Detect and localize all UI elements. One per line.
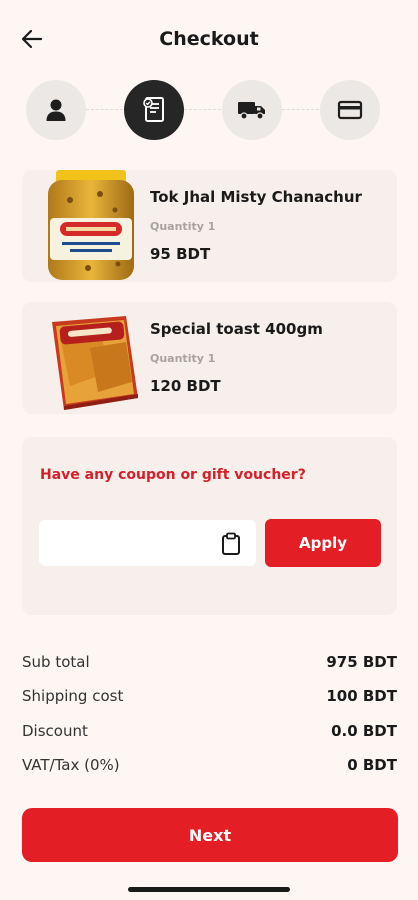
next-button[interactable]: Next bbox=[22, 808, 398, 862]
checkout-stepper bbox=[26, 80, 380, 140]
summary-label: Discount bbox=[22, 722, 88, 740]
page-title: Checkout bbox=[159, 28, 259, 50]
cart-item-card[interactable]: Special toast 400gm Quantity 1 120 BDT bbox=[22, 302, 397, 414]
user-icon bbox=[46, 99, 66, 121]
summary-vat-row: VAT/Tax (0%) 0 BDT bbox=[22, 756, 397, 778]
product-price: 120 BDT bbox=[150, 377, 221, 395]
summary-value: 975 BDT bbox=[326, 653, 397, 671]
step-connector bbox=[86, 109, 123, 110]
system-nav-bar bbox=[0, 870, 418, 900]
chanachur-jar-image bbox=[48, 170, 134, 280]
step-connector bbox=[184, 109, 221, 110]
summary-value: 0 BDT bbox=[347, 756, 397, 774]
summary-value: 100 BDT bbox=[326, 687, 397, 705]
home-indicator[interactable] bbox=[128, 887, 290, 892]
summary-subtotal-row: Sub total 975 BDT bbox=[22, 653, 397, 675]
clipboard-icon[interactable] bbox=[220, 532, 242, 556]
summary-label: Sub total bbox=[22, 653, 90, 671]
receipt-icon bbox=[143, 97, 164, 122]
apply-coupon-button[interactable]: Apply bbox=[265, 519, 381, 567]
product-quantity: Quantity 1 bbox=[150, 352, 216, 365]
product-name: Tok Jhal Misty Chanachur bbox=[150, 188, 362, 206]
product-price: 95 BDT bbox=[150, 245, 211, 263]
app-header: Checkout bbox=[0, 0, 418, 80]
coupon-heading: Have any coupon or gift voucher? bbox=[40, 467, 306, 483]
summary-shipping-row: Shipping cost 100 BDT bbox=[22, 687, 397, 709]
step-payment[interactable] bbox=[320, 80, 380, 140]
cart-item-card[interactable]: Tok Jhal Misty Chanachur Quantity 1 95 B… bbox=[22, 170, 397, 282]
summary-label: VAT/Tax (0%) bbox=[22, 756, 120, 774]
truck-icon bbox=[238, 102, 265, 120]
coupon-card: Have any coupon or gift voucher? Apply bbox=[22, 437, 397, 615]
step-customer[interactable] bbox=[26, 80, 86, 140]
card-icon bbox=[337, 100, 363, 120]
product-name: Special toast 400gm bbox=[150, 320, 323, 338]
step-connector bbox=[282, 109, 319, 110]
product-quantity: Quantity 1 bbox=[150, 220, 216, 233]
summary-value: 0.0 BDT bbox=[331, 722, 397, 740]
toast-pack-image bbox=[52, 316, 138, 410]
summary-discount-row: Discount 0.0 BDT bbox=[22, 722, 397, 744]
step-order-summary[interactable] bbox=[124, 80, 184, 140]
summary-label: Shipping cost bbox=[22, 687, 124, 705]
step-shipping[interactable] bbox=[222, 80, 282, 140]
